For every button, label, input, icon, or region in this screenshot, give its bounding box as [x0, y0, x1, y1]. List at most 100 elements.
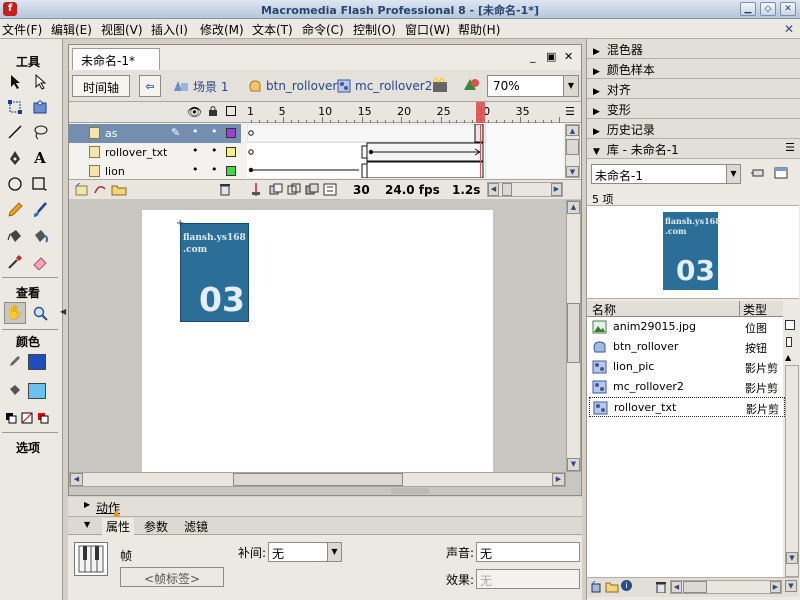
- onion-skin-outlines-icon[interactable]: [287, 183, 301, 196]
- layer-lion[interactable]: lion • •: [69, 162, 241, 178]
- zoom-select[interactable]: 70% ▼: [487, 75, 579, 97]
- close-button[interactable]: ✕: [780, 2, 796, 16]
- library-item[interactable]: btn_rollover 按钮: [589, 337, 785, 357]
- menu-view[interactable]: 视图(V): [101, 21, 143, 38]
- hand-tool[interactable]: ✋: [4, 302, 26, 324]
- modify-onion-markers-icon[interactable]: [323, 183, 337, 196]
- pin-library-icon[interactable]: [751, 166, 765, 180]
- add-layer-icon[interactable]: [75, 183, 89, 196]
- zoom-tool[interactable]: [29, 302, 51, 324]
- lock-icon[interactable]: [207, 105, 219, 117]
- visibility-dot[interactable]: •: [192, 144, 199, 157]
- new-symbol-icon[interactable]: [591, 581, 603, 593]
- outline-icon[interactable]: [226, 106, 236, 116]
- scroll-right-button[interactable]: ▶: [552, 473, 565, 486]
- properties-info-icon[interactable]: i: [621, 580, 632, 591]
- actions-panel-header[interactable]: ▶ 动作 ▲: [68, 497, 582, 520]
- tween-select[interactable]: 无 ▼: [268, 542, 342, 562]
- pen-tool[interactable]: [4, 147, 26, 169]
- scroll-down-button[interactable]: ▼: [566, 166, 579, 177]
- stage[interactable]: + flansh.ys168 .com 03: [142, 210, 493, 473]
- line-tool[interactable]: [4, 121, 26, 143]
- playhead[interactable]: [476, 102, 486, 123]
- library-item[interactable]: anim29015.jpg 位图: [589, 317, 785, 337]
- layer-as[interactable]: as ✎ • •: [69, 124, 241, 143]
- menu-control[interactable]: 控制(O): [353, 21, 396, 38]
- edit-scene-button[interactable]: [431, 76, 457, 96]
- text-tool[interactable]: A: [29, 147, 51, 169]
- eraser-tool[interactable]: [29, 251, 51, 273]
- eye-icon[interactable]: 👁: [187, 105, 202, 119]
- layer-color-box[interactable]: [226, 166, 236, 176]
- frame-label-input[interactable]: <帧标签>: [120, 567, 224, 587]
- effect-select[interactable]: 无: [476, 569, 580, 589]
- chevron-down-icon[interactable]: ▼: [563, 76, 578, 96]
- collapse-arrow-icon[interactable]: ▼: [84, 520, 90, 529]
- scroll-thumb[interactable]: [502, 183, 512, 196]
- delete-trash-icon[interactable]: [655, 581, 667, 593]
- layer-rollover-txt[interactable]: rollover_txt • •: [69, 143, 241, 162]
- library-hscroll[interactable]: ◀ ▶: [670, 580, 782, 594]
- breadcrumb-mc-rollover2[interactable]: mc_rollover2: [337, 75, 432, 97]
- no-color-button[interactable]: [20, 407, 34, 429]
- timeline-toggle-button[interactable]: 时间轴: [72, 75, 130, 97]
- chevron-down-icon[interactable]: ▼: [726, 165, 740, 183]
- frames-area[interactable]: [247, 124, 485, 178]
- free-transform-tool[interactable]: [4, 96, 26, 118]
- panel-history[interactable]: ▶ 历史记录: [587, 119, 800, 139]
- timeline-hscroll[interactable]: ◀ ▶: [487, 182, 563, 197]
- pencil-tool[interactable]: [4, 199, 26, 221]
- frame-ruler[interactable]: 15101520253035: [247, 102, 563, 123]
- panel-collapse-arrow[interactable]: ◀: [60, 307, 68, 337]
- lock-dot[interactable]: •: [211, 144, 218, 157]
- panel-library[interactable]: ▼ 库 - 未命名-1 ☰: [587, 139, 800, 159]
- library-item[interactable]: lion_pic 影片剪: [589, 357, 785, 377]
- library-document-select[interactable]: 未命名-1 ▼: [591, 164, 741, 184]
- delete-layer-icon[interactable]: [219, 183, 231, 196]
- brush-tool[interactable]: [29, 199, 51, 221]
- scroll-left-button[interactable]: ◀: [671, 581, 682, 593]
- sort-order-icon[interactable]: ▲: [785, 353, 791, 362]
- thumbnail-card[interactable]: flansh.ys168 .com 03: [180, 223, 249, 322]
- subselection-tool[interactable]: [29, 71, 51, 93]
- menu-file[interactable]: 文件(F): [2, 21, 42, 38]
- ink-bottle-tool[interactable]: [4, 225, 26, 247]
- scroll-right-button[interactable]: ▶: [770, 581, 781, 593]
- scroll-right-button[interactable]: ▶: [551, 183, 562, 196]
- swap-colors-button[interactable]: [36, 407, 50, 429]
- stage-area[interactable]: + flansh.ys168 .com 03: [69, 200, 566, 473]
- menu-text[interactable]: 文本(T): [252, 21, 293, 38]
- menu-help[interactable]: 帮助(H): [458, 21, 500, 38]
- rectangle-tool[interactable]: [29, 173, 51, 195]
- onion-skin-icon[interactable]: [269, 183, 283, 196]
- black-white-button[interactable]: [4, 407, 18, 429]
- timeline-menu-icon[interactable]: ☰: [565, 105, 575, 118]
- menu-edit[interactable]: 编辑(E): [51, 21, 92, 38]
- fill-transform-tool[interactable]: [29, 96, 51, 118]
- selection-tool[interactable]: [4, 71, 26, 93]
- layer-color-box[interactable]: [226, 147, 236, 157]
- stage-hscroll[interactable]: ◀ ▶: [69, 472, 566, 487]
- panel-align[interactable]: ▶ 对齐: [587, 79, 800, 99]
- column-type-header[interactable]: 类型: [739, 301, 767, 318]
- scroll-up-button[interactable]: ▲: [566, 125, 579, 136]
- back-button[interactable]: ⇦: [139, 75, 161, 97]
- panel-color-mixer[interactable]: ▶ 混色器: [587, 39, 800, 59]
- add-layer-folder-icon[interactable]: [111, 183, 127, 196]
- lasso-tool[interactable]: [29, 121, 51, 143]
- menu-insert[interactable]: 插入(I): [151, 21, 188, 38]
- library-item[interactable]: mc_rollover2 影片剪: [589, 377, 785, 397]
- scroll-up-button[interactable]: ▲: [567, 201, 580, 214]
- edit-multiple-frames-icon[interactable]: [305, 183, 319, 196]
- doc-restore-icon[interactable]: ▣: [546, 50, 556, 63]
- tab-properties[interactable]: 属性: [102, 518, 135, 535]
- doc-minimize-icon[interactable]: _: [530, 50, 536, 63]
- menu-close-icon[interactable]: ✕: [784, 22, 794, 36]
- wide-view-icon[interactable]: [785, 320, 795, 330]
- minimize-button[interactable]: ▁: [740, 2, 756, 16]
- menu-modify[interactable]: 修改(M): [200, 21, 244, 38]
- narrow-view-icon[interactable]: [786, 337, 792, 347]
- doc-close-icon[interactable]: ✕: [564, 50, 573, 63]
- tab-filters[interactable]: 滤镜: [184, 518, 208, 535]
- chevron-down-icon[interactable]: ▼: [327, 543, 341, 561]
